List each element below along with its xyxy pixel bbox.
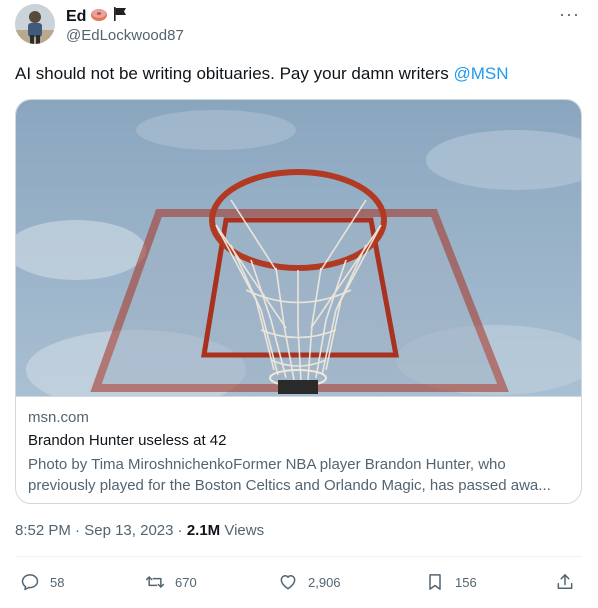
like-count: 2,906	[308, 574, 341, 590]
divider	[15, 556, 582, 557]
person-avatar-icon	[15, 4, 55, 44]
card-description-line: previously played for the Boston Celtics…	[28, 477, 551, 494]
tweet-time[interactable]: 8:52 PM	[15, 522, 71, 539]
retweet-count: 670	[175, 574, 197, 590]
card-domain: msn.com	[28, 409, 89, 426]
black-flag-icon	[112, 6, 128, 27]
tweet-body: AI should not be writing obituaries. Pay…	[15, 64, 454, 83]
card-body[interactable]: msn.com Brandon Hunter useless at 42 Pho…	[16, 396, 581, 503]
views-count: 2.1M	[186, 522, 221, 539]
retweet-button[interactable]: 670	[145, 566, 197, 598]
mention-link[interactable]: @MSN	[453, 64, 508, 83]
share-icon	[557, 574, 573, 589]
like-button[interactable]: 2,906	[278, 566, 341, 598]
card-title[interactable]: Brandon Hunter useless at 42	[28, 432, 226, 449]
basketball-hoop-photo-icon	[16, 100, 581, 396]
meta-separator: ·	[173, 522, 187, 539]
author-handle[interactable]: @EdLockwood87	[66, 27, 184, 44]
reply-button[interactable]: 58	[20, 566, 64, 598]
tweet-text: AI should not be writing obituaries. Pay…	[15, 64, 508, 84]
bookmark-button[interactable]: 156	[425, 566, 477, 598]
card-image[interactable]	[16, 100, 581, 396]
reply-icon	[21, 574, 39, 591]
reply-count: 58	[50, 574, 65, 590]
retweet-icon	[145, 576, 165, 588]
meta-separator: ·	[70, 522, 85, 539]
tweet-meta: 8:52 PM · Sep 13, 2023 · 2.1M Views	[15, 522, 264, 539]
action-bar: 58 670 2,906 156	[0, 566, 598, 598]
more-options-icon[interactable]: ···	[559, 4, 580, 25]
avatar[interactable]	[15, 4, 55, 44]
tweet: Ed @EdLockwood87 ··· AI should not be wr…	[0, 0, 598, 608]
author-name[interactable]: Ed	[66, 8, 86, 26]
bookmark-count: 156	[455, 574, 477, 590]
link-card[interactable]: msn.com Brandon Hunter useless at 42 Pho…	[15, 99, 582, 504]
views-label: Views	[220, 522, 265, 539]
tweet-date[interactable]: Sep 13, 2023	[84, 522, 173, 539]
heart-icon	[280, 575, 296, 590]
card-description-line: Photo by Tima MiroshnichenkoFormer NBA p…	[28, 456, 506, 473]
donut-icon	[90, 6, 108, 27]
share-button[interactable]	[555, 566, 575, 598]
author-name-row: Ed	[66, 6, 128, 27]
bookmark-icon	[429, 574, 441, 590]
card-description: Photo by Tima MiroshnichenkoFormer NBA p…	[28, 454, 568, 496]
